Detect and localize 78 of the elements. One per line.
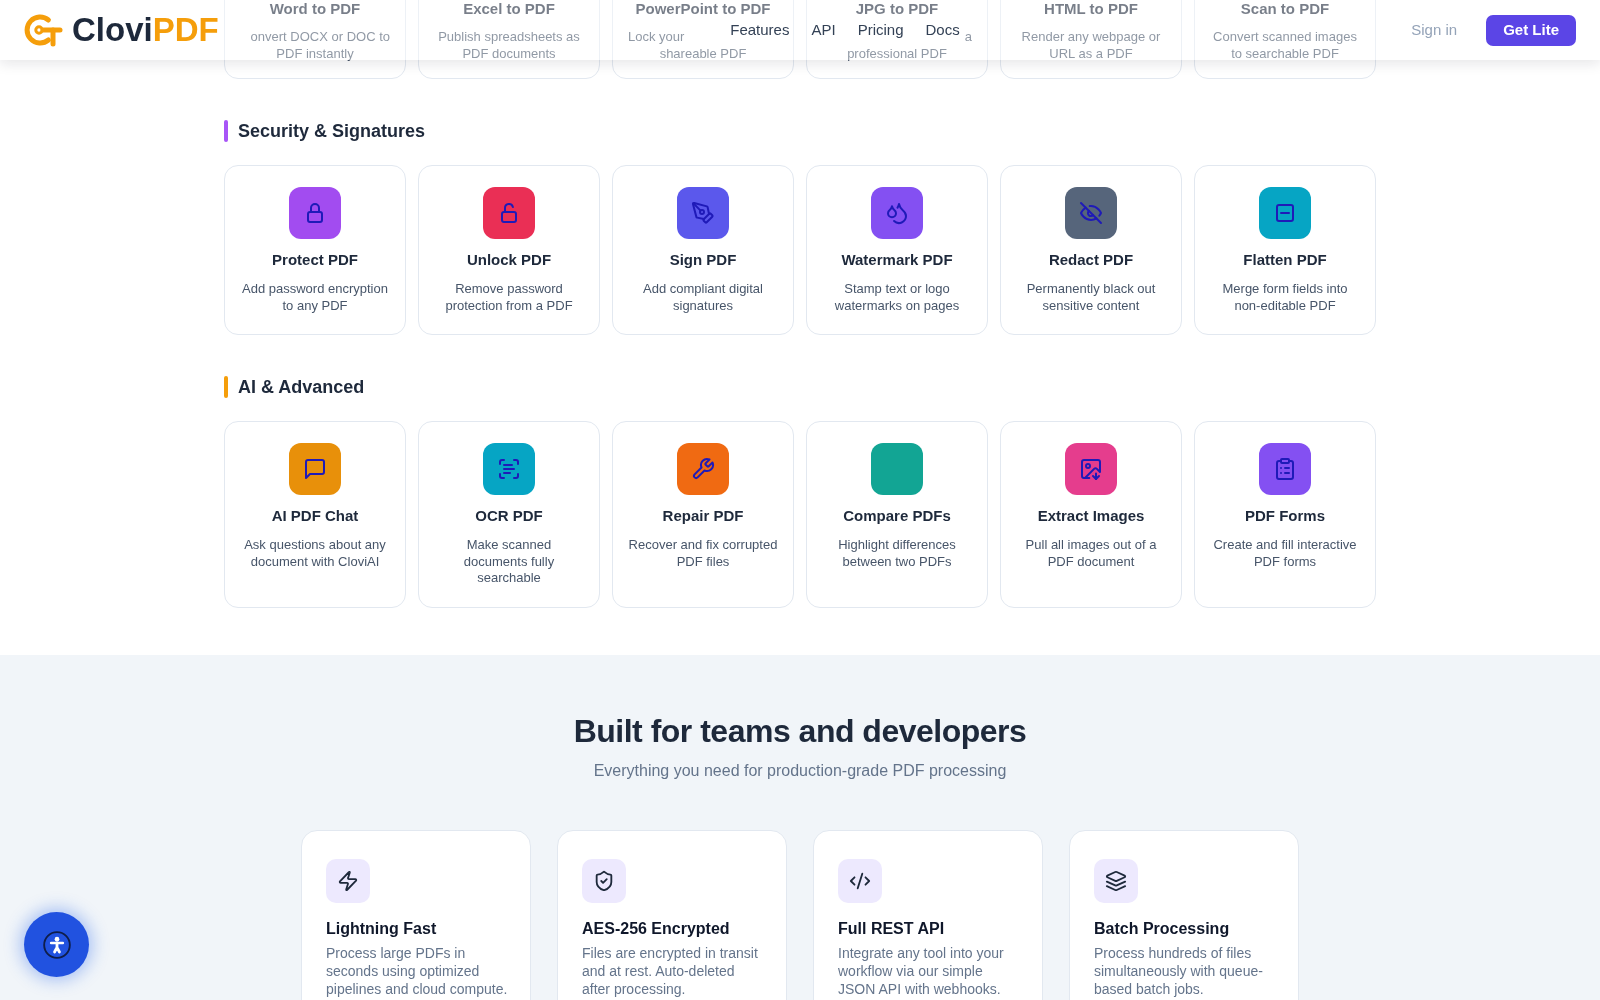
nav-link[interactable]: Docs (925, 20, 960, 40)
tool-card[interactable]: Watermark PDF Stamp text or logo watermarks on pages (806, 165, 988, 335)
tool-title: JPG to PDF (855, 0, 939, 19)
feature-title: Lightning Fast (326, 918, 438, 939)
tool-title: Excel to PDF (463, 0, 555, 19)
tool-description: PDF instantly (276, 45, 354, 62)
tool-description: a (964, 29, 972, 46)
nav-link[interactable]: API (811, 20, 836, 40)
get-lite-button[interactable]: Get Lite (1486, 14, 1576, 46)
tool-title: Compare PDFs (843, 506, 951, 526)
tool-title: Protect PDF (272, 250, 358, 270)
section-heading: Security & Signatures (238, 120, 426, 143)
feature-description: Process large PDFs in seconds using optimized pipelines and cloud compute. (326, 943, 509, 998)
tool-description: shareable PDF (659, 45, 747, 62)
tool-description: professional PDF (847, 45, 947, 62)
tool-title: Watermark PDF (841, 250, 953, 270)
tool-title: OCR PDF (475, 506, 543, 526)
tool-description: Render any webpage or URL as a PDF (1021, 29, 1161, 62)
tool-description: Recover and fix corrupted PDF files (628, 537, 778, 570)
logo-text[interactable]: CloviPDF (72, 10, 219, 50)
tool-description: Permanently black out sensitive content (1025, 281, 1157, 314)
tool-title: Flatten PDF (1243, 250, 1327, 270)
tool-card[interactable]: Extract Images Pull all images out of a PDF document (1000, 421, 1182, 608)
tool-card[interactable]: Unlock PDF Remove password protection from a PDF (418, 165, 600, 335)
section-title: Built for teams and developers (572, 711, 1028, 751)
layers-icon (1094, 858, 1138, 903)
tool-title: Extract Images (1037, 506, 1145, 526)
nav-link[interactable]: Features (730, 20, 790, 40)
shield-check-icon (582, 858, 626, 903)
tool-description: Add compliant digital signatures (642, 281, 764, 314)
tool-card[interactable]: PDF Forms Create and fill interactive PDF forms (1194, 421, 1376, 608)
tool-title: Sign PDF (669, 250, 737, 270)
tool-card[interactable]: Scan to PDF Convert scanned images to searchable PDF (1194, 0, 1376, 79)
tool-description: Convert scanned images to searchable PDF (1213, 29, 1357, 62)
tool-title: Word to PDF (269, 0, 361, 19)
tool-description: Ask questions about any document with CloviAI (243, 537, 387, 570)
tool-card[interactable]: OCR PDF Make scanned documents fully searchable (418, 421, 600, 608)
tool-title: Redact PDF (1048, 250, 1134, 270)
nav-link[interactable]: Pricing (857, 20, 904, 40)
tool-card[interactable]: HTML to PDF Render any webpage or URL as a PDF (1000, 0, 1182, 79)
tool-title: HTML to PDF (1044, 0, 1138, 19)
tool-description: Highlight differences between two PDFs (837, 537, 957, 570)
tool-description: Add password encryption to any PDF (241, 281, 389, 314)
code-icon (838, 858, 882, 903)
tool-card[interactable]: Word to PDF onvert DOCX or DOC to PDF instantly (224, 0, 406, 79)
tool-description: Publish spreadsheets as PDF documents (438, 29, 580, 62)
tool-card[interactable]: AI PDF Chat Ask questions about any document with CloviAI (224, 421, 406, 608)
lightning-icon (326, 858, 370, 903)
tool-description: Pull all images out of a PDF document (1024, 537, 1158, 570)
tool-title: PDF Forms (1245, 506, 1325, 526)
tool-title: Repair PDF (662, 506, 744, 526)
tool-card[interactable]: Protect PDF Add password encryption to any PDF (224, 165, 406, 335)
tool-card[interactable]: Sign PDF Add compliant digital signatures (612, 165, 794, 335)
feature-title: AES-256 Encrypted (582, 918, 731, 939)
tool-description: onvert DOCX or DOC to (250, 29, 390, 46)
feature-title: Full REST API (838, 918, 946, 939)
tool-card[interactable]: Redact PDF Permanently black out sensitive content (1000, 165, 1182, 335)
feature-description: Files are encrypted in transit and at rest. Auto-deleted after processing. (582, 943, 759, 998)
tool-card[interactable]: Excel to PDF Publish spreadsheets as PDF documents (418, 0, 600, 79)
tool-description: Merge form fields into non-editable PDF (1221, 281, 1349, 314)
tool-card[interactable]: Compare PDFs Highlight differences between two PDFs (806, 421, 988, 608)
tool-title: Scan to PDF (1240, 0, 1330, 19)
tool-description: Remove password protection from a PDF (444, 281, 574, 314)
section-subtitle: Everything you need for production-grade PDF processing (592, 760, 1008, 781)
tool-card[interactable]: Repair PDF Recover and fix corrupted PDF files (612, 421, 794, 608)
tool-title: AI PDF Chat (271, 506, 359, 526)
feature-title: Batch Processing (1094, 918, 1231, 939)
feature-description: Integrate any tool into your workflow via our simple JSON API with webhooks. (838, 943, 1005, 998)
tool-description: Stamp text or logo watermarks on pages (833, 281, 961, 314)
accessibility-icon (42, 930, 71, 959)
tool-description: Make scanned documents fully searchable (462, 537, 556, 587)
tool-title: PowerPoint to PDF (635, 0, 771, 19)
tool-description: Lock your (628, 29, 685, 46)
section-heading: AI & Advanced (238, 376, 365, 399)
feature-description: Process hundreds of files simultaneously with queue-based batch jobs. (1094, 943, 1264, 998)
tool-description: Create and fill interactive PDF forms (1212, 537, 1358, 570)
tool-title: Unlock PDF (466, 250, 552, 270)
tool-card[interactable]: Flatten PDF Merge form fields into non-editable PDF (1194, 165, 1376, 335)
